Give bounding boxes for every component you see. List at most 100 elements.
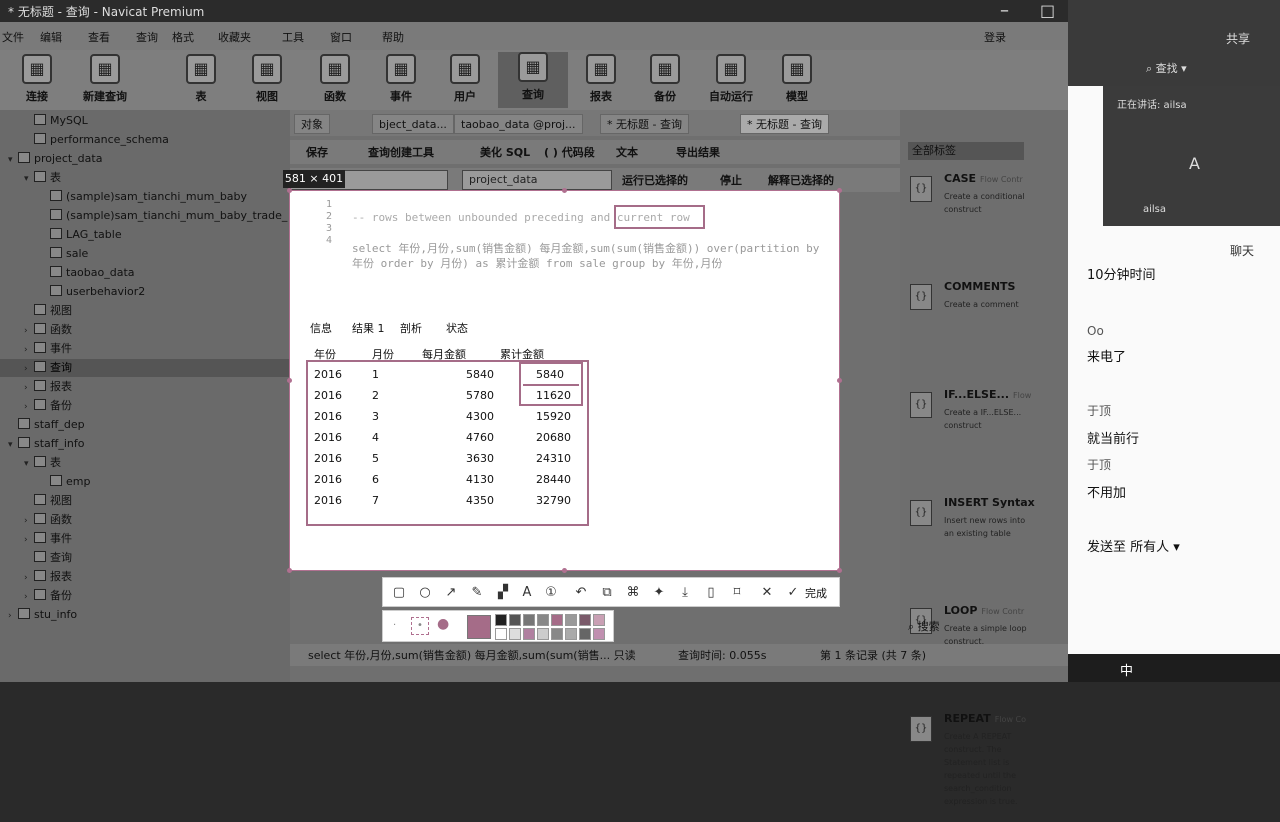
color-swatch[interactable] xyxy=(495,614,507,626)
phone-icon[interactable]: ▯ xyxy=(701,583,721,603)
tree-item[interactable]: › 报表 xyxy=(24,378,72,396)
tab-2[interactable]: taobao_data @proj... xyxy=(454,114,583,134)
color-swatch[interactable] xyxy=(523,628,535,640)
menu-item-4[interactable]: 格式 xyxy=(172,29,194,45)
stop-button[interactable]: 停止 xyxy=(720,172,742,188)
mosaic-tool-icon[interactable]: ▞ xyxy=(493,583,513,603)
menu-item-2[interactable]: 查看 xyxy=(88,29,110,45)
arrow-tool-icon[interactable]: ↗ xyxy=(441,583,461,603)
color-swatch[interactable] xyxy=(537,614,549,626)
find-label[interactable]: ⌕ 查找 ▾ xyxy=(1146,60,1187,76)
color-swatch[interactable] xyxy=(537,628,549,640)
tree-item[interactable]: userbehavior2 xyxy=(40,283,145,301)
database-select[interactable]: project_data xyxy=(462,170,612,190)
minimize-icon[interactable]: – xyxy=(1000,0,1009,21)
toolbar-backup-button[interactable]: ▦ 备份 xyxy=(630,54,700,104)
color-swatch[interactable] xyxy=(593,614,605,626)
translate-icon[interactable]: ⌘ xyxy=(623,583,643,603)
snippet-item[interactable]: {} INSERT Syntax Insert new rows into an e… xyxy=(908,496,1068,606)
tab-1[interactable]: bject_data... xyxy=(372,114,454,134)
color-swatch[interactable] xyxy=(565,614,577,626)
resize-handle[interactable] xyxy=(837,378,842,383)
tree-item[interactable]: ▾ 表 xyxy=(24,169,61,187)
resize-handle[interactable] xyxy=(287,568,292,573)
menu-item-3[interactable]: 查询 xyxy=(136,29,158,45)
result-tab-1[interactable]: 结果 1 xyxy=(352,320,385,336)
toolbar-query-button[interactable]: ▦ 查询 xyxy=(498,52,568,108)
color-swatch[interactable] xyxy=(579,628,591,640)
tree-item[interactable]: staff_dep xyxy=(8,416,85,434)
snippet-item[interactable]: {} CASE Flow Contr Create a conditional con… xyxy=(908,172,1068,282)
menu-item-8[interactable]: 帮助 xyxy=(382,29,404,45)
toolbar-plug-button[interactable]: ▦ 连接 xyxy=(2,54,72,104)
medium-dot-size[interactable]: • xyxy=(411,617,429,635)
query-tool-5[interactable]: 导出结果 xyxy=(676,144,720,160)
tree-item[interactable]: LAG_table xyxy=(40,226,122,244)
explain-selected-button[interactable]: 解释已选择的 xyxy=(768,172,834,188)
color-swatch[interactable] xyxy=(551,614,563,626)
toolbar-report-button[interactable]: ▦ 报表 xyxy=(566,54,636,104)
color-swatch[interactable] xyxy=(509,614,521,626)
result-tab-2[interactable]: 剖析 xyxy=(400,320,422,336)
menu-item-7[interactable]: 窗口 xyxy=(330,29,352,45)
query-tool-3[interactable]: ( ) 代码段 xyxy=(544,144,595,160)
toolbar-view-button[interactable]: ▦ 视图 xyxy=(232,54,302,104)
login-button[interactable]: 登录 xyxy=(984,29,1006,45)
snippet-filter[interactable]: 全部标签 xyxy=(908,142,1024,160)
tree-item[interactable]: 查询 xyxy=(24,549,72,567)
pen-tool-icon[interactable]: ✎ xyxy=(467,583,487,603)
snippet-item[interactable]: {} REPEAT Flow Co Create A REPEAT construct… xyxy=(908,712,1068,822)
resize-handle[interactable] xyxy=(562,188,567,193)
tree-item[interactable]: 视图 xyxy=(24,302,72,320)
ocr-icon[interactable]: ⧉ xyxy=(597,583,617,603)
tree-item[interactable]: taobao_data xyxy=(40,264,135,282)
resize-handle[interactable] xyxy=(562,568,567,573)
color-swatch[interactable] xyxy=(495,628,507,640)
toolbar-table-button[interactable]: ▦ 表 xyxy=(166,54,236,104)
query-tool-2[interactable]: 美化 SQL xyxy=(480,144,530,160)
bookmark-icon[interactable]: ⌑ xyxy=(727,583,747,603)
tree-item[interactable]: › stu_info xyxy=(8,606,77,624)
toolbar-function-button[interactable]: ▦ 函数 xyxy=(300,54,370,104)
tree-item[interactable]: › 备份 xyxy=(24,397,72,415)
send-to-select[interactable]: 发送至 所有人 ▾ xyxy=(1087,536,1180,555)
current-color[interactable] xyxy=(467,615,491,639)
ime-indicator[interactable]: 中 xyxy=(1120,660,1133,679)
tree-item[interactable]: 视图 xyxy=(24,492,72,510)
rectangle-tool-icon[interactable]: ▢ xyxy=(389,583,409,603)
tree-item[interactable]: › 报表 xyxy=(24,568,72,586)
color-swatch[interactable] xyxy=(565,628,577,640)
ellipse-tool-icon[interactable]: ○ xyxy=(415,583,435,603)
result-tab-3[interactable]: 状态 xyxy=(446,320,468,336)
tree-item[interactable]: ▾ staff_info xyxy=(8,435,85,453)
close-icon[interactable]: ✕ xyxy=(757,583,777,603)
tree-item[interactable]: sale xyxy=(40,245,88,263)
text-tool-icon[interactable]: A xyxy=(517,583,537,603)
tree-item[interactable]: MySQL xyxy=(24,112,88,130)
number-tool-icon[interactable]: ① xyxy=(541,583,561,603)
query-tool-4[interactable]: 文本 xyxy=(616,144,638,160)
tree-item[interactable]: performance_schema xyxy=(24,131,169,149)
toolbar-schedule-button[interactable]: ▦ 自动运行 xyxy=(696,54,766,104)
color-swatch[interactable] xyxy=(579,614,591,626)
query-tool-0[interactable]: 保存 xyxy=(306,144,328,160)
toolbar-clock-button[interactable]: ▦ 事件 xyxy=(366,54,436,104)
maximize-icon[interactable]: □ xyxy=(1040,1,1055,20)
toolbar-model-button[interactable]: ▦ 模型 xyxy=(762,54,832,104)
snippet-item[interactable]: {} COMMENTS Create a comment xyxy=(908,280,1068,390)
download-icon[interactable]: ⤓ xyxy=(675,583,695,603)
tab-4[interactable]: * 无标题 - 查询 xyxy=(740,114,829,134)
color-swatch[interactable] xyxy=(523,614,535,626)
toolbar-new-query-button[interactable]: ▦ 新建查询 xyxy=(70,54,140,104)
undo-icon[interactable]: ↶ xyxy=(571,583,591,603)
tree-item[interactable]: ▾ 表 xyxy=(24,454,61,472)
resize-handle[interactable] xyxy=(837,568,842,573)
toolbar-user-button[interactable]: ▦ 用户 xyxy=(430,54,500,104)
share-button[interactable]: 共享 xyxy=(1226,30,1250,47)
resize-handle[interactable] xyxy=(837,188,842,193)
menu-item-6[interactable]: 工具 xyxy=(282,29,304,45)
tree-item[interactable]: › 备份 xyxy=(24,587,72,605)
tree-item[interactable]: (sample)sam_tianchi_mum_baby_trade_ xyxy=(40,207,287,225)
color-swatch[interactable] xyxy=(593,628,605,640)
resize-handle[interactable] xyxy=(287,378,292,383)
